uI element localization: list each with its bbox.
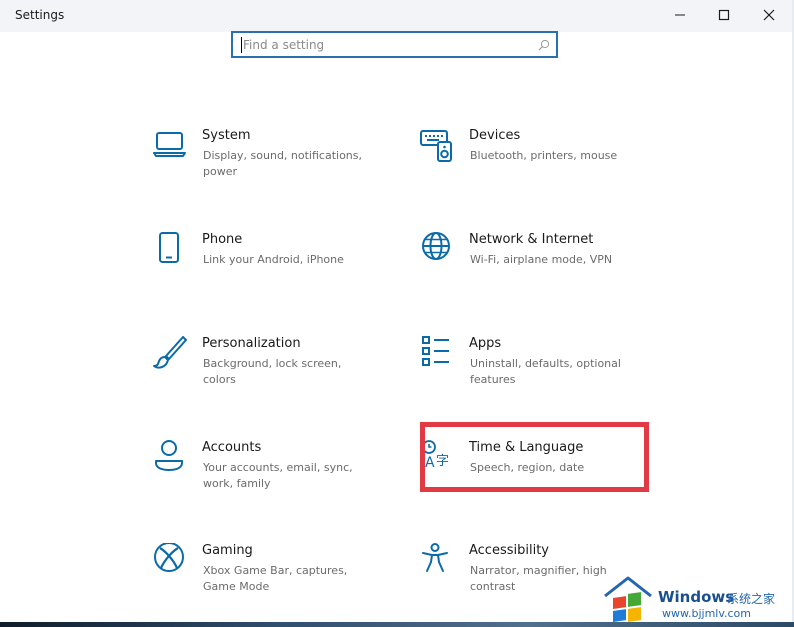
tile-description: Xbox Game Bar, captures, Game Mode [203, 564, 348, 593]
tile-network-internet[interactable]: Network & Internet Wi-Fi, airplane mode,… [420, 232, 670, 302]
tile-description: Display, sound, notifications, power [203, 149, 363, 178]
windows-house-logo-icon [604, 576, 652, 622]
laptop-icon [153, 132, 186, 157]
tile-title: Personalization [202, 336, 301, 351]
watermark-url: www.bjjmlv.com [662, 607, 751, 620]
tile-phone[interactable]: Phone Link your Android, iPhone [153, 232, 403, 302]
tile-gaming[interactable]: Gaming Xbox Game Bar, captures, Game Mod… [153, 543, 403, 613]
title-bar[interactable]: Settings [0, 0, 792, 32]
tile-description: Bluetooth, printers, mouse [470, 149, 618, 162]
tile-title: Gaming [202, 543, 253, 558]
tile-title: Network & Internet [469, 232, 594, 247]
highlight-box [420, 422, 649, 492]
tile-description: Link your Android, iPhone [203, 253, 344, 266]
tile-title: Phone [202, 232, 243, 247]
close-button[interactable] [746, 0, 792, 30]
minimize-button[interactable] [657, 0, 703, 30]
search-placeholder[interactable]: Find a setting [243, 38, 324, 52]
tile-title: System [202, 128, 251, 143]
text-caret [241, 37, 242, 53]
watermark-brand: Windows [658, 588, 735, 606]
accessibility-icon [422, 543, 448, 572]
tile-personalization[interactable]: Personalization Background, lock screen,… [153, 336, 403, 406]
tile-description: Your accounts, email, sync, work, family [203, 461, 353, 490]
tile-system[interactable]: System Display, sound, notifications, po… [153, 128, 403, 198]
tile-description: Background, lock screen, colors [203, 357, 342, 386]
window-title: Settings [15, 8, 65, 22]
tile-title: Apps [469, 336, 502, 351]
xbox-icon [154, 543, 184, 572]
tile-apps[interactable]: Apps Uninstall, defaults, optional featu… [420, 336, 670, 406]
maximize-icon [718, 9, 730, 21]
tile-title: Accounts [202, 440, 262, 455]
search-icon[interactable] [538, 39, 550, 51]
person-icon [155, 440, 183, 471]
close-icon [763, 9, 775, 21]
globe-icon [422, 232, 450, 260]
keyboard-speaker-icon [420, 130, 452, 162]
tile-accounts[interactable]: Accounts Your accounts, email, sync, wor… [153, 440, 403, 510]
minimize-icon [675, 14, 685, 16]
watermark: Windows 系统之家 www.bjjmlv.com [600, 572, 794, 624]
settings-window: Settings Find a setting System Display, … [0, 0, 794, 622]
paintbrush-icon [153, 336, 187, 369]
tile-description: Uninstall, defaults, optional features [470, 357, 621, 386]
search-box[interactable]: Find a setting [231, 31, 558, 58]
tile-devices[interactable]: Devices Bluetooth, printers, mouse [420, 128, 670, 198]
tile-title: Accessibility [469, 543, 549, 558]
watermark-subtitle: 系统之家 [727, 592, 776, 606]
tile-title: Devices [469, 128, 521, 143]
phone-icon [159, 232, 179, 263]
desktop-strip [0, 622, 794, 627]
maximize-button[interactable] [701, 0, 747, 30]
tile-description: Wi-Fi, airplane mode, VPN [470, 253, 613, 266]
apps-list-icon [422, 336, 449, 366]
